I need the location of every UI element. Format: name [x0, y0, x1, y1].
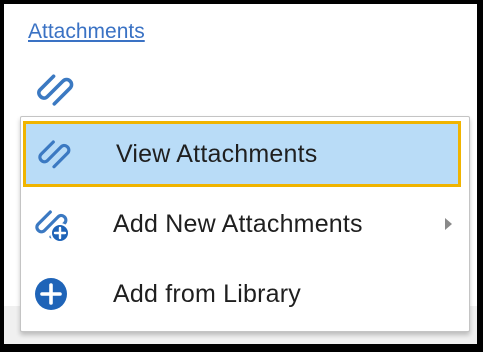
- menu-item-add-from-library[interactable]: Add from Library: [21, 259, 469, 329]
- paperclip-add-icon: [31, 204, 71, 244]
- menu-item-view-attachments[interactable]: View Attachments: [23, 121, 461, 187]
- paperclip-icon: [34, 134, 74, 174]
- plus-circle-icon: [31, 274, 71, 314]
- menu-item-label: Add New Attachments: [113, 209, 363, 238]
- attachments-context-menu: View Attachments Add New Attachments Add…: [20, 116, 470, 332]
- menu-item-add-new-attachments[interactable]: Add New Attachments: [21, 189, 469, 259]
- paperclip-icon: [37, 74, 74, 106]
- submenu-arrow-icon: [445, 218, 452, 230]
- attachments-link[interactable]: Attachments: [28, 20, 145, 44]
- menu-item-label: Add from Library: [113, 279, 301, 308]
- attachments-button[interactable]: [30, 66, 80, 112]
- menu-item-label: View Attachments: [116, 139, 318, 168]
